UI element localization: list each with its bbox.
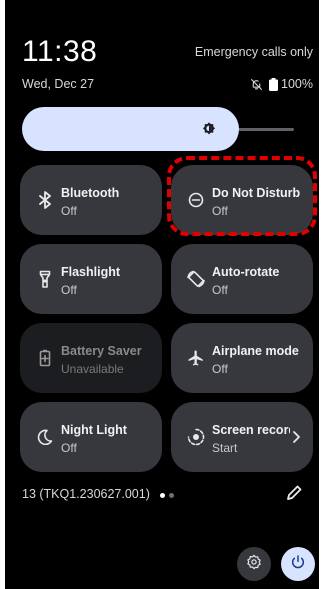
flashlight-icon [35, 269, 55, 289]
brightness-slider[interactable] [22, 107, 294, 151]
chevron-right-icon [289, 429, 303, 445]
tile-state: Off [61, 204, 77, 218]
tile-bluetooth[interactable]: Bluetooth Off [20, 165, 162, 235]
settings-button[interactable] [237, 547, 271, 581]
tile-label: Do Not Disturb [212, 186, 301, 200]
battery-icon [269, 77, 279, 91]
brightness-icon [201, 121, 217, 137]
battery-indicator: 100% [269, 77, 313, 91]
tile-label: Bluetooth [61, 186, 120, 200]
tile-airplane-mode[interactable]: Airplane mode Off [171, 323, 313, 393]
tile-state: Start [212, 441, 238, 455]
auto-rotate-icon [186, 269, 206, 289]
tile-state: Off [212, 283, 228, 297]
tile-label: Battery Saver [61, 344, 142, 358]
gear-icon [246, 554, 262, 575]
page-indicator [160, 493, 174, 498]
clock[interactable]: 11:38 [22, 35, 97, 69]
tile-label: Flashlight [61, 265, 121, 279]
edit-icon[interactable] [285, 484, 303, 502]
battery-saver-icon [35, 348, 55, 368]
tile-night-light[interactable]: Night Light Off [20, 402, 162, 472]
tile-state: Off [61, 441, 77, 455]
tile-state: Unavailable [61, 362, 124, 376]
tile-state: Off [61, 283, 77, 297]
tile-state: Off [212, 362, 228, 376]
night-light-icon [35, 427, 55, 447]
screen-record-icon [186, 427, 206, 447]
build-number[interactable]: 13 (TKQ1.230627.001) [22, 487, 150, 501]
power-button[interactable] [281, 547, 315, 581]
airplane-icon [186, 348, 206, 368]
status-icons: 100% [250, 77, 313, 91]
tile-label: Screen record [212, 423, 290, 437]
bluetooth-icon [35, 190, 55, 210]
tile-flashlight[interactable]: Flashlight Off [20, 244, 162, 314]
carrier-status: Emergency calls only [194, 45, 313, 59]
tile-auto-rotate[interactable]: Auto-rotate Off [171, 244, 313, 314]
power-icon [290, 554, 306, 575]
tile-do-not-disturb[interactable]: Do Not Disturb Off [171, 165, 313, 235]
notifications-muted-icon [250, 78, 263, 91]
tile-label: Airplane mode [212, 344, 299, 358]
battery-percent: 100% [281, 77, 313, 91]
date[interactable]: Wed, Dec 27 [22, 77, 94, 91]
tile-screen-record[interactable]: Screen record Start [171, 402, 313, 472]
page-dot [169, 493, 174, 498]
tile-state: Off [212, 204, 228, 218]
do-not-disturb-icon [186, 190, 206, 210]
tile-label: Night Light [61, 423, 127, 437]
page-dot [160, 493, 165, 498]
tile-label: Auto-rotate [212, 265, 280, 279]
tile-battery-saver[interactable]: Battery Saver Unavailable [20, 323, 162, 393]
quick-settings-panel: 11:38 Emergency calls only Wed, Dec 27 1… [5, 0, 319, 589]
